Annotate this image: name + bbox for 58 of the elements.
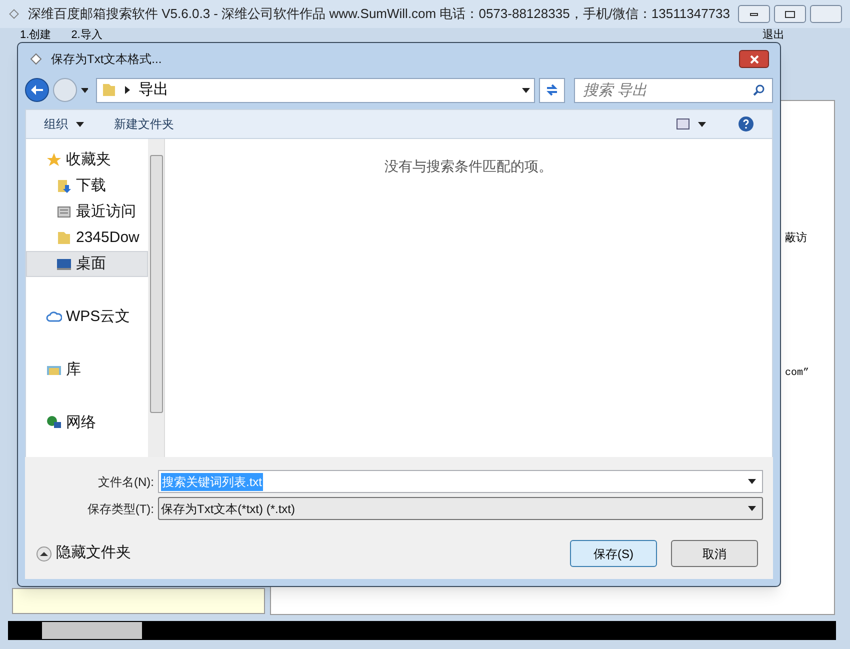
close-icon: [750, 54, 758, 64]
nav-item[interactable]: WPS云文: [26, 304, 148, 330]
hide-folders-toggle[interactable]: 隐藏文件夹: [36, 542, 131, 565]
download-folder-icon: [56, 178, 72, 194]
star-icon: [46, 152, 62, 168]
dialog-icon: [29, 52, 43, 66]
history-caret-icon: [80, 88, 88, 92]
nav-item[interactable]: 库: [26, 357, 148, 383]
search-field[interactable]: 搜索 导出: [574, 78, 773, 102]
back-button[interactable]: [25, 78, 49, 102]
refresh-icon: [545, 83, 560, 97]
nav-item[interactable]: 收藏夹: [26, 147, 148, 173]
dialog-title: 保存为Txt文本格式...: [51, 51, 162, 68]
search-icon: [753, 84, 765, 96]
breadcrumb-arrow-icon: [125, 86, 130, 94]
caret-icon: [76, 122, 84, 126]
help-icon[interactable]: [738, 116, 754, 132]
cancel-button[interactable]: 取消: [671, 540, 758, 567]
field-label: 保存类型(T):: [86, 500, 155, 518]
nav-item[interactable]: 下载: [26, 173, 148, 199]
breadcrumb[interactable]: 导出: [138, 78, 168, 102]
recent-places-icon: [56, 204, 72, 220]
address-bar[interactable]: 导出: [96, 78, 536, 102]
scroll-thumb[interactable]: [42, 622, 142, 639]
nav-item[interactable]: 桌面: [26, 251, 148, 277]
close-button[interactable]: [739, 50, 769, 68]
empty-message: 没有与搜索条件匹配的项。: [384, 157, 552, 176]
maximize-button[interactable]: [774, 5, 806, 23]
app-icon: [8, 7, 20, 21]
organize-menu[interactable]: 组织: [44, 115, 84, 133]
toolbar-item[interactable]: 退出: [762, 28, 784, 42]
nav-item[interactable]: 2345Dow: [26, 225, 148, 251]
toolbar-item[interactable]: 1.创建: [20, 28, 52, 42]
dropdown-caret-icon: [748, 506, 756, 511]
view-icon[interactable]: [676, 118, 690, 130]
nav-item[interactable]: 最近访问: [26, 199, 148, 225]
new-folder-button[interactable]: 新建文件夹: [114, 115, 174, 133]
back-arrow-icon: [30, 85, 43, 95]
list-text: 蔽访: [785, 232, 807, 244]
toolbar-item[interactable]: 2.导入: [71, 28, 102, 42]
collapse-icon: [36, 546, 52, 562]
address-caret-icon: [522, 88, 530, 92]
view-caret-icon: [698, 122, 706, 126]
nav-item[interactable]: 网络: [26, 410, 148, 436]
filetype-dropdown[interactable]: 保存为Txt文本(*txt) (*.txt): [158, 497, 763, 520]
list-text: com”: [785, 368, 810, 379]
folder-icon: [101, 82, 118, 98]
folder-icon: [56, 230, 72, 246]
save-button[interactable]: 保存(S): [570, 540, 657, 567]
window-title: 深维百度邮箱搜索软件 V5.6.0.3 - 深维公司软件作品 www.SumWill.com 电话：0573-88128335，手机/微信：13511347733: [28, 5, 730, 24]
dropdown-caret-icon: [748, 479, 756, 484]
refresh-button[interactable]: [539, 78, 565, 102]
scroll-thumb[interactable]: [150, 155, 162, 413]
field-label: 文件名(N):: [97, 474, 155, 490]
desktop-icon: [56, 256, 72, 272]
cloud-icon: [46, 309, 62, 325]
network-icon: [46, 415, 62, 431]
minimize-button[interactable]: [738, 5, 770, 23]
